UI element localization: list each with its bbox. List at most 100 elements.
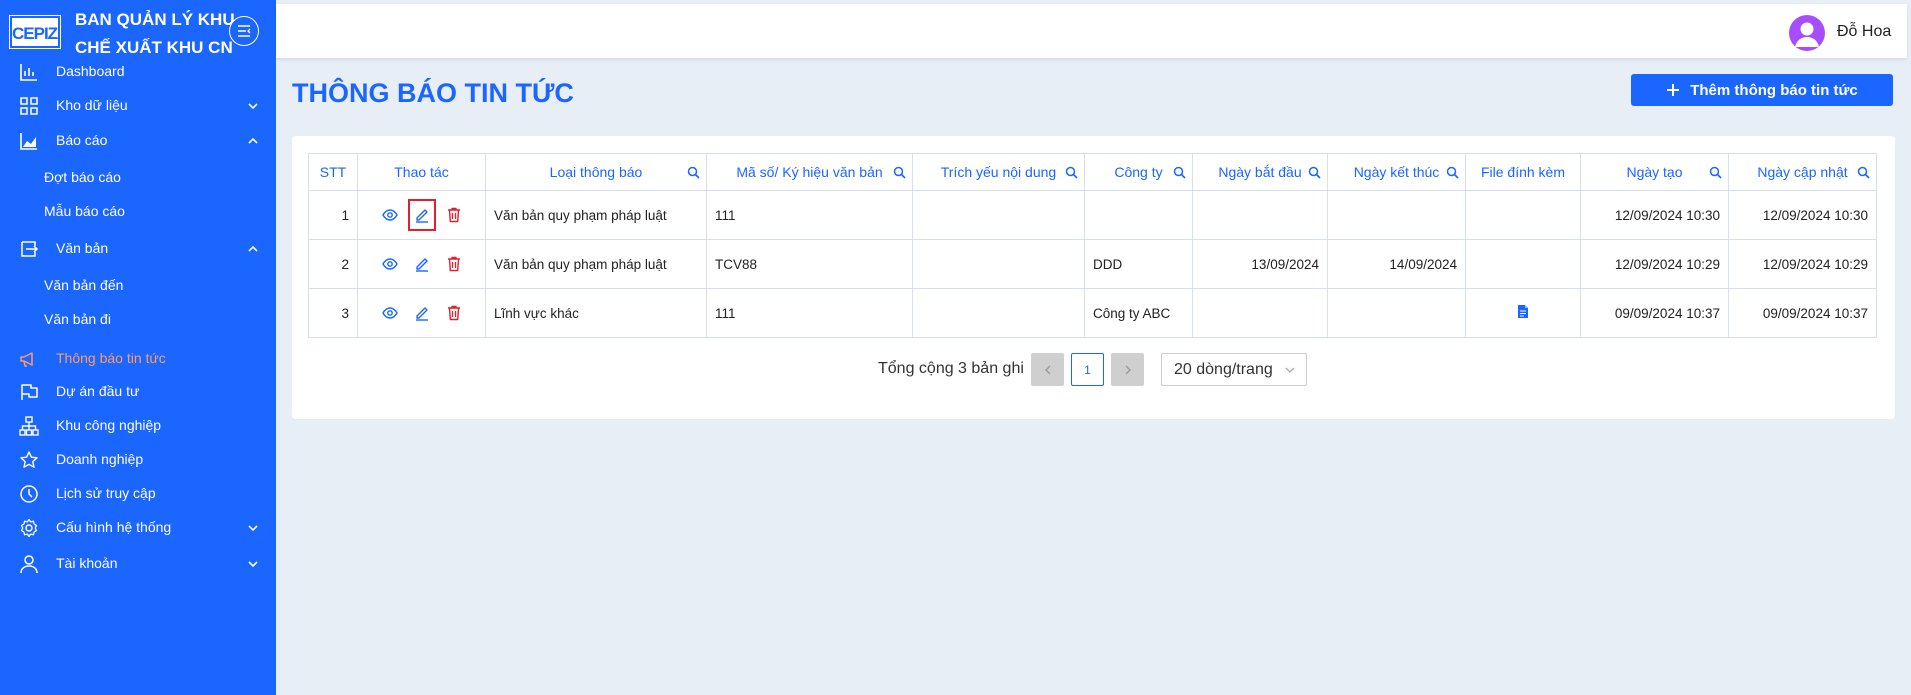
column-label: Công ty xyxy=(1114,164,1163,180)
sidebar-item-tai-khoan[interactable]: Tài khoản xyxy=(0,546,276,580)
delete-button[interactable] xyxy=(445,255,463,273)
cell-updated: 09/09/2024 10:37 xyxy=(1728,288,1877,338)
megaphone-icon xyxy=(20,352,33,367)
cell-actions xyxy=(357,190,486,240)
sidebar-item-label: Kho dữ liệu xyxy=(56,97,128,113)
cell-type: Văn bản quy phạm pháp luật xyxy=(485,239,707,289)
column-header-file-dinh-kem: File đính kèm xyxy=(1465,153,1581,191)
sidebar-item-label: Tài khoản xyxy=(56,555,118,571)
sidebar-item-bao-cao[interactable]: Báo cáo xyxy=(0,123,276,157)
column-header-ngay-cap-nhat[interactable]: Ngày cập nhật xyxy=(1728,153,1877,191)
sidebar-item-thong-bao-tin-tuc[interactable]: Thông báo tin tức xyxy=(0,341,276,375)
sidebar-item-mau-bao-cao[interactable]: Mẫu báo cáo xyxy=(0,194,276,228)
user-icon xyxy=(20,555,38,574)
add-notice-button-label: Thêm thông báo tin tức xyxy=(1690,81,1858,99)
sidebar-item-van-ban[interactable]: Văn bản xyxy=(0,231,276,265)
search-icon[interactable] xyxy=(1857,166,1870,179)
grid-icon xyxy=(20,97,38,115)
view-button[interactable] xyxy=(381,255,399,273)
chevron-left-icon xyxy=(1044,365,1050,374)
search-icon[interactable] xyxy=(1446,166,1459,179)
eye-icon xyxy=(381,307,398,319)
column-label: File đính kèm xyxy=(1480,164,1566,180)
trash-icon xyxy=(447,256,460,272)
chevron-down-icon xyxy=(248,561,258,568)
column-header-ngay-ket-thuc[interactable]: Ngày kết thúc xyxy=(1327,153,1466,191)
view-button[interactable] xyxy=(381,206,399,224)
page-1-button[interactable]: 1 xyxy=(1071,353,1104,386)
sidebar-item-dashboard[interactable]: Dashboard xyxy=(0,54,276,88)
sidebar-item-label: Khu công nghiệp xyxy=(56,417,162,433)
column-header-ma-so[interactable]: Mã số/ Ký hiệu văn bản xyxy=(706,153,913,191)
edit-button[interactable] xyxy=(407,199,436,231)
delete-button[interactable] xyxy=(445,304,463,322)
pencil-icon xyxy=(415,307,428,321)
eye-icon xyxy=(381,258,398,270)
trash-icon xyxy=(447,305,460,321)
document-transfer-icon xyxy=(21,241,39,257)
sidebar-item-du-an-dau-tu[interactable]: Dự án đầu tư xyxy=(0,374,276,408)
cell-created: 12/09/2024 10:30 xyxy=(1580,190,1729,240)
notice-table: STT Thao tác Loại thông báo Mã số/ Ký hi… xyxy=(308,153,1877,338)
collapse-sidebar-button[interactable] xyxy=(229,16,259,46)
prev-page-button[interactable] xyxy=(1031,353,1064,386)
eye-icon xyxy=(381,209,398,221)
column-label: Ngày bắt đầu xyxy=(1218,164,1302,180)
search-icon[interactable] xyxy=(1173,166,1186,179)
column-label: Loại thông báo xyxy=(549,164,643,180)
cell-end-date xyxy=(1327,190,1466,240)
avatar[interactable] xyxy=(1789,15,1825,51)
next-page-button[interactable] xyxy=(1111,353,1144,386)
edit-button[interactable] xyxy=(413,304,431,322)
logo[interactable]: CEPIZA xyxy=(9,15,69,49)
search-icon[interactable] xyxy=(1065,166,1078,179)
cell-updated: 12/09/2024 10:30 xyxy=(1728,190,1877,240)
sidebar-item-cau-hinh-he-thong[interactable]: Cấu hình hệ thống xyxy=(0,510,276,544)
column-header-trich-yeu[interactable]: Trích yếu nội dung xyxy=(912,153,1085,191)
sidebar-item-kho-du-lieu[interactable]: Kho dữ liệu xyxy=(0,88,276,122)
sidebar-item-label: Lịch sử truy cập xyxy=(56,485,156,501)
sidebar-item-label: Báo cáo xyxy=(56,132,108,148)
table-row: 3 Lĩnh vực khác 111 Công ty ABC 09/09/20… xyxy=(308,288,1877,338)
search-icon[interactable] xyxy=(687,166,700,179)
cell-created: 12/09/2024 10:29 xyxy=(1580,239,1729,289)
page-size-value: 20 dòng/trang xyxy=(1174,360,1273,378)
star-icon xyxy=(20,451,38,468)
hierarchy-icon xyxy=(19,416,39,436)
sidebar-item-van-ban-den[interactable]: Văn bản đến xyxy=(0,268,276,302)
chevron-right-icon xyxy=(1125,365,1131,374)
page-size-select[interactable]: 20 dòng/trang xyxy=(1161,353,1307,386)
cell-created: 09/09/2024 10:37 xyxy=(1580,288,1729,338)
pagination-total: Tổng cộng 3 bản ghi xyxy=(878,360,1024,377)
add-notice-button[interactable]: Thêm thông báo tin tức xyxy=(1631,74,1893,106)
search-icon[interactable] xyxy=(1308,166,1321,179)
view-button[interactable] xyxy=(381,304,399,322)
cell-company xyxy=(1084,190,1193,240)
user-avatar-icon xyxy=(1795,22,1819,47)
column-label: Thao tác xyxy=(394,164,449,180)
top-header: Đỗ Hoa xyxy=(276,4,1907,58)
sidebar-item-doanh-nghiep[interactable]: Doanh nghiệp xyxy=(0,442,276,476)
search-icon[interactable] xyxy=(893,166,906,179)
chevron-down-icon xyxy=(248,525,258,532)
column-header-ngay-tao[interactable]: Ngày tạo xyxy=(1580,153,1729,191)
cell-company: DDD xyxy=(1084,239,1193,289)
column-header-cong-ty[interactable]: Công ty xyxy=(1084,153,1193,191)
user-name[interactable]: Đỗ Hoa xyxy=(1837,23,1891,41)
cell-stt: 2 xyxy=(308,239,358,289)
search-icon[interactable] xyxy=(1709,166,1722,179)
sidebar-item-khu-cong-nghiep[interactable]: Khu công nghiệp xyxy=(0,408,276,442)
column-header-stt: STT xyxy=(308,153,358,191)
flag-icon xyxy=(21,384,38,400)
column-header-loai-thong-bao[interactable]: Loại thông báo xyxy=(485,153,707,191)
sidebar-item-van-ban-di[interactable]: Văn bản đi xyxy=(0,302,276,336)
sidebar-item-label: Dashboard xyxy=(56,63,125,79)
sidebar-item-dot-bao-cao[interactable]: Đợt báo cáo xyxy=(0,160,276,194)
column-header-ngay-bat-dau[interactable]: Ngày bắt đầu xyxy=(1192,153,1328,191)
sidebar-item-lich-su-truy-cap[interactable]: Lịch sử truy cập xyxy=(0,476,276,510)
edit-button[interactable] xyxy=(413,255,431,273)
delete-button[interactable] xyxy=(445,206,463,224)
sidebar-item-label: Văn bản đi xyxy=(44,311,111,327)
file-icon[interactable] xyxy=(1517,304,1529,319)
chevron-up-icon xyxy=(248,137,258,144)
